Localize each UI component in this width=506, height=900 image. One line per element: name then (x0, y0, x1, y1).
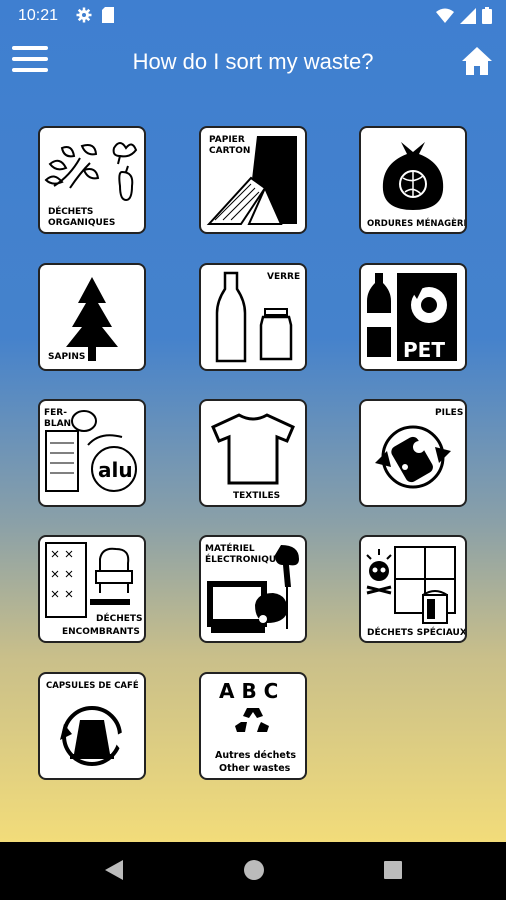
page-title: How do I sort my waste? (132, 49, 374, 74)
household-label: ORDURES MÉNAGÈRES (367, 217, 465, 229)
trees-label: SAPINS (48, 352, 85, 362)
electronics-label-1: MATÉRIEL (205, 542, 255, 554)
battery-icon (482, 7, 492, 24)
bulky-label-1: DÉCHETS (96, 612, 143, 624)
tile-other-wastes[interactable]: A B C Autres déchets Other wastes (199, 672, 307, 780)
bulky-label-2: ENCOMBRANTS (62, 627, 140, 637)
coffee-label: CAPSULES DE CAFÉ (46, 679, 139, 691)
furniture-icon: DÉCHETS ENCOMBRANTS (45, 542, 143, 637)
status-icons (436, 7, 492, 24)
settings-gear-icon (76, 7, 92, 23)
organic-label-2: ORGANIQUES (48, 218, 115, 228)
abc-recycle-icon: A B C Autres déchets Other wastes (215, 679, 296, 774)
signal-icon (460, 7, 476, 24)
electronics-icon: MATÉRIEL ÉLECTRONIQUE (205, 542, 299, 633)
alu-label: alu (98, 458, 133, 482)
tile-household-waste[interactable]: ORDURES MÉNAGÈRES (359, 126, 467, 234)
status-time: 10:21 (18, 7, 59, 24)
tile-bulky-waste[interactable]: DÉCHETS ENCOMBRANTS (38, 535, 146, 643)
glass-bottle-jar-icon: VERRE (215, 271, 300, 363)
batteries-label: PILES (435, 408, 463, 418)
battery-recycle-icon: PILES (375, 408, 463, 489)
tile-coffee-capsules[interactable]: CAPSULES DE CAFÉ (38, 672, 146, 780)
garbage-bag-icon: ORDURES MÉNAGÈRES (367, 142, 465, 229)
glass-label: VERRE (267, 272, 300, 282)
recents-icon[interactable] (383, 860, 403, 880)
other-label-1: Autres déchets (215, 750, 296, 761)
tile-glass[interactable]: VERRE (199, 263, 307, 371)
t-shirt-icon: TEXTILES (211, 413, 295, 501)
pet-label: PET (403, 338, 445, 362)
organic-label-1: DÉCHETS (48, 205, 93, 217)
paper-label-2: CARTON (209, 146, 250, 156)
hazardous-waste-icon: DÉCHETS SPÉCIAUX (366, 546, 465, 638)
wifi-icon (436, 8, 454, 23)
textiles-label: TEXTILES (233, 491, 280, 501)
back-icon[interactable] (103, 858, 125, 882)
tile-special-waste[interactable]: DÉCHETS SPÉCIAUX (359, 535, 467, 643)
tile-paper-cardboard[interactable]: PAPIER CARTON (199, 126, 307, 234)
special-label: DÉCHETS SPÉCIAUX (367, 626, 465, 638)
paper-cardboard-icon: PAPIER CARTON (206, 135, 297, 225)
tile-tin-aluminium[interactable]: FER- BLANC alu (38, 399, 146, 507)
tile-batteries[interactable]: PILES (359, 399, 467, 507)
recycle-icon (235, 708, 269, 732)
paper-label-1: PAPIER (209, 135, 245, 145)
tile-organic-waste[interactable]: DÉCHETS ORGANIQUES (38, 126, 146, 234)
tile-textiles[interactable]: TEXTILES (199, 399, 307, 507)
fir-tree-icon: SAPINS (48, 277, 118, 362)
tile-christmas-trees[interactable]: SAPINS (38, 263, 146, 371)
home-nav-icon[interactable] (243, 859, 265, 881)
electronics-label-2: ÉLECTRONIQUE (205, 553, 282, 565)
tile-pet[interactable]: PET (359, 263, 467, 371)
other-letters: A B C (219, 679, 278, 703)
app-bar: How do I sort my waste? (0, 32, 506, 94)
tin-can-icon: FER- BLANC alu (44, 408, 137, 492)
system-navigation-bar (0, 842, 506, 900)
organic-waste-icon: DÉCHETS ORGANIQUES (44, 142, 138, 228)
sd-card-icon (102, 7, 114, 23)
tile-electronics[interactable]: MATÉRIEL ÉLECTRONIQUE (199, 535, 307, 643)
coffee-capsule-recycle-icon: CAPSULES DE CAFÉ (46, 679, 139, 766)
other-label-2: Other wastes (219, 763, 291, 774)
pet-bottle-icon: PET (367, 273, 457, 362)
home-icon[interactable] (460, 44, 494, 78)
status-bar: 10:21 (0, 0, 506, 32)
tin-label-1: FER- (44, 408, 67, 418)
